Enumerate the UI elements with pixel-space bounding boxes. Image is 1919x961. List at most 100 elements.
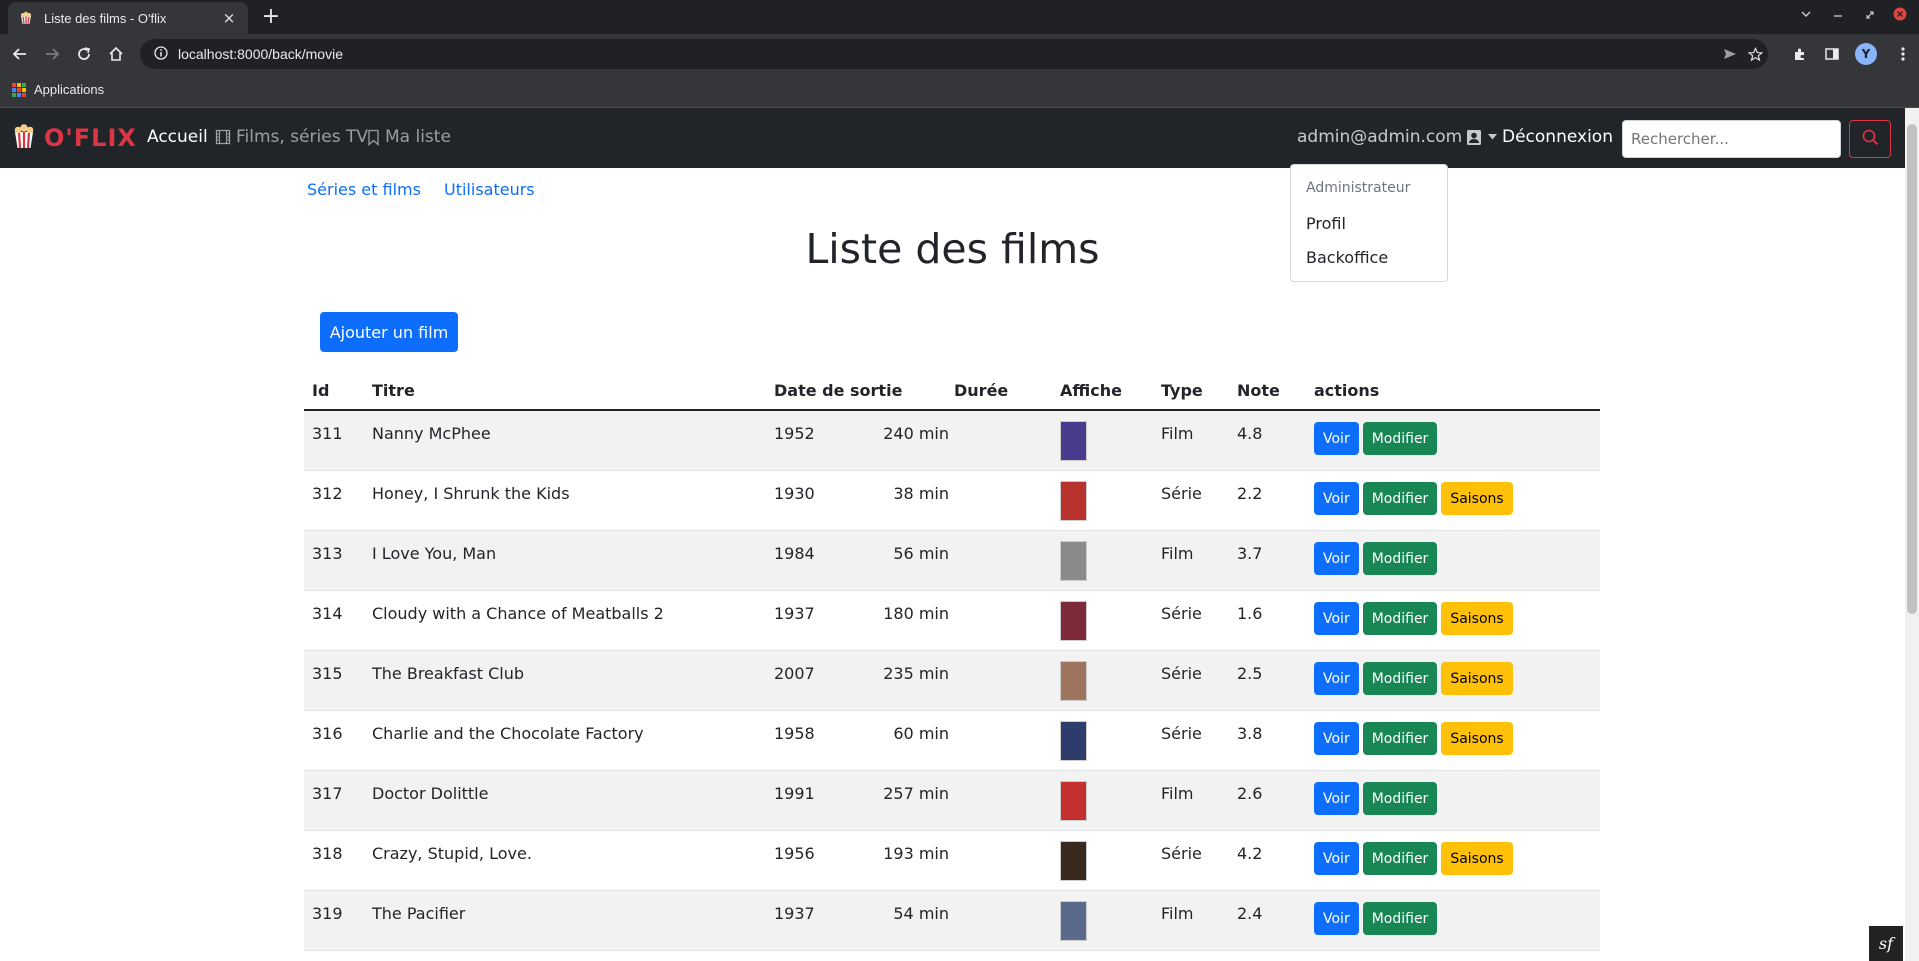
user-menu-toggle[interactable]: admin@admin.com xyxy=(1297,127,1498,147)
cell-duration: 240 min xyxy=(883,424,949,443)
edit-button[interactable]: Modifier xyxy=(1362,602,1438,635)
seasons-button[interactable]: Saisons xyxy=(1441,482,1513,515)
edit-button[interactable]: Modifier xyxy=(1362,542,1438,575)
edit-button[interactable]: Modifier xyxy=(1362,422,1438,455)
cell-type: Film xyxy=(1161,424,1194,443)
nav-home[interactable]: Accueil xyxy=(147,127,208,147)
col-date-header: Date de sortie xyxy=(774,381,903,400)
film-icon xyxy=(215,129,231,145)
side-panel-icon[interactable] xyxy=(1822,44,1842,64)
row-actions: Voir Modifier xyxy=(1314,782,1438,815)
cell-type: Série xyxy=(1161,484,1202,503)
nav-mylist-label: Ma liste xyxy=(385,127,451,147)
cell-id: 312 xyxy=(312,484,343,503)
edit-button[interactable]: Modifier xyxy=(1362,662,1438,695)
cell-id: 313 xyxy=(312,544,343,563)
browser-tab[interactable]: Liste des films - O'flix × xyxy=(8,2,248,34)
seasons-button[interactable]: Saisons xyxy=(1441,602,1513,635)
address-bar[interactable]: localhost:8000/back/movie xyxy=(140,39,1768,69)
restore-icon[interactable] xyxy=(1860,7,1880,27)
seasons-button[interactable]: Saisons xyxy=(1441,842,1513,875)
search-button[interactable] xyxy=(1849,120,1891,158)
edit-button[interactable]: Modifier xyxy=(1362,842,1438,875)
row-actions: Voir Modifier Saisons xyxy=(1314,602,1513,635)
tab-search-icon[interactable] xyxy=(1796,7,1816,27)
nav-movies[interactable]: Films, séries TV xyxy=(215,127,368,147)
send-icon[interactable] xyxy=(1720,44,1740,64)
view-button[interactable]: Voir xyxy=(1314,842,1359,875)
col-poster-header: Affiche xyxy=(1060,381,1122,400)
view-button[interactable]: Voir xyxy=(1314,602,1359,635)
edit-button[interactable]: Modifier xyxy=(1362,902,1438,935)
cell-title: Doctor Dolittle xyxy=(372,784,489,803)
view-button[interactable]: Voir xyxy=(1314,782,1359,815)
bookmark-star-icon[interactable] xyxy=(1745,44,1765,64)
new-tab-button[interactable]: + xyxy=(258,5,284,31)
edit-button[interactable]: Modifier xyxy=(1362,782,1438,815)
cell-id: 319 xyxy=(312,904,343,923)
cell-note: 2.2 xyxy=(1237,484,1263,503)
cell-release-date: 1958 xyxy=(774,724,815,743)
nav-mylist[interactable]: Ma liste xyxy=(367,127,451,147)
cell-type: Film xyxy=(1161,904,1194,923)
cell-title: Charlie and the Chocolate Factory xyxy=(372,724,644,743)
cell-duration: 54 min xyxy=(893,904,949,923)
row-actions: Voir Modifier xyxy=(1314,422,1438,455)
extensions-icon[interactable] xyxy=(1790,44,1810,64)
search-icon xyxy=(1862,129,1879,150)
brand-logo[interactable]: O'FLIX xyxy=(12,123,137,153)
search-input[interactable] xyxy=(1622,120,1841,158)
cell-note: 2.5 xyxy=(1237,664,1263,683)
view-button[interactable]: Voir xyxy=(1314,482,1359,515)
logout-link[interactable]: Déconnexion xyxy=(1502,127,1613,147)
page-title: Liste des films xyxy=(805,225,1100,273)
cell-title: The Pacifier xyxy=(372,904,466,923)
seasons-button[interactable]: Saisons xyxy=(1441,722,1513,755)
page-scrollbar[interactable] xyxy=(1905,108,1919,961)
col-duration-header: Durée xyxy=(954,381,1009,400)
cell-release-date: 1930 xyxy=(774,484,815,503)
table-row: 312 Honey, I Shrunk the Kids 1930 38 min Sér… xyxy=(304,471,1600,531)
view-button[interactable]: Voir xyxy=(1314,902,1359,935)
view-button[interactable]: Voir xyxy=(1314,542,1359,575)
table-row: 319 The Pacifier 1937 54 min Film 2.4 Voir Modi… xyxy=(304,891,1600,951)
nav-home-label: Accueil xyxy=(147,127,208,147)
seasons-button[interactable]: Saisons xyxy=(1441,662,1513,695)
row-actions: Voir Modifier Saisons xyxy=(1314,482,1513,515)
site-info-icon[interactable] xyxy=(154,45,168,64)
cell-type: Série xyxy=(1161,724,1202,743)
tab-close-icon[interactable]: × xyxy=(220,9,238,27)
forward-icon[interactable] xyxy=(40,42,64,66)
edit-button[interactable]: Modifier xyxy=(1362,722,1438,755)
caret-down-icon xyxy=(1488,134,1498,140)
close-window-icon[interactable] xyxy=(1890,7,1910,27)
scrollbar-thumb[interactable] xyxy=(1907,124,1917,614)
back-icon[interactable] xyxy=(8,42,32,66)
cell-note: 2.6 xyxy=(1237,784,1263,803)
bookmark-apps[interactable]: Applications xyxy=(12,82,104,97)
view-button[interactable]: Voir xyxy=(1314,722,1359,755)
profile-avatar[interactable]: Y xyxy=(1855,43,1877,65)
home-icon[interactable] xyxy=(104,42,128,66)
cell-duration: 60 min xyxy=(893,724,949,743)
reload-icon[interactable] xyxy=(72,42,96,66)
bookmark-apps-label: Applications xyxy=(34,82,105,97)
browser-menu-icon[interactable] xyxy=(1893,44,1913,64)
dropdown-item-backoffice[interactable]: Backoffice xyxy=(1306,248,1388,267)
view-button[interactable]: Voir xyxy=(1314,422,1359,455)
poster-thumbnail xyxy=(1060,841,1087,881)
symfony-toolbar-icon[interactable]: sf xyxy=(1869,926,1903,961)
subnav-users[interactable]: Utilisateurs xyxy=(444,180,535,199)
cell-duration: 180 min xyxy=(883,604,949,623)
cell-note: 1.6 xyxy=(1237,604,1263,623)
row-actions: Voir Modifier xyxy=(1314,902,1438,935)
subnav-series-films[interactable]: Séries et films xyxy=(307,180,421,199)
minimize-icon[interactable] xyxy=(1828,7,1848,27)
add-movie-button[interactable]: Ajouter un film xyxy=(320,312,458,352)
view-button[interactable]: Voir xyxy=(1314,662,1359,695)
url-text: localhost:8000/back/movie xyxy=(178,46,343,62)
row-actions: Voir Modifier xyxy=(1314,542,1438,575)
tab-title: Liste des films - O'flix xyxy=(44,10,167,26)
edit-button[interactable]: Modifier xyxy=(1362,482,1438,515)
dropdown-item-profil[interactable]: Profil xyxy=(1306,214,1346,233)
